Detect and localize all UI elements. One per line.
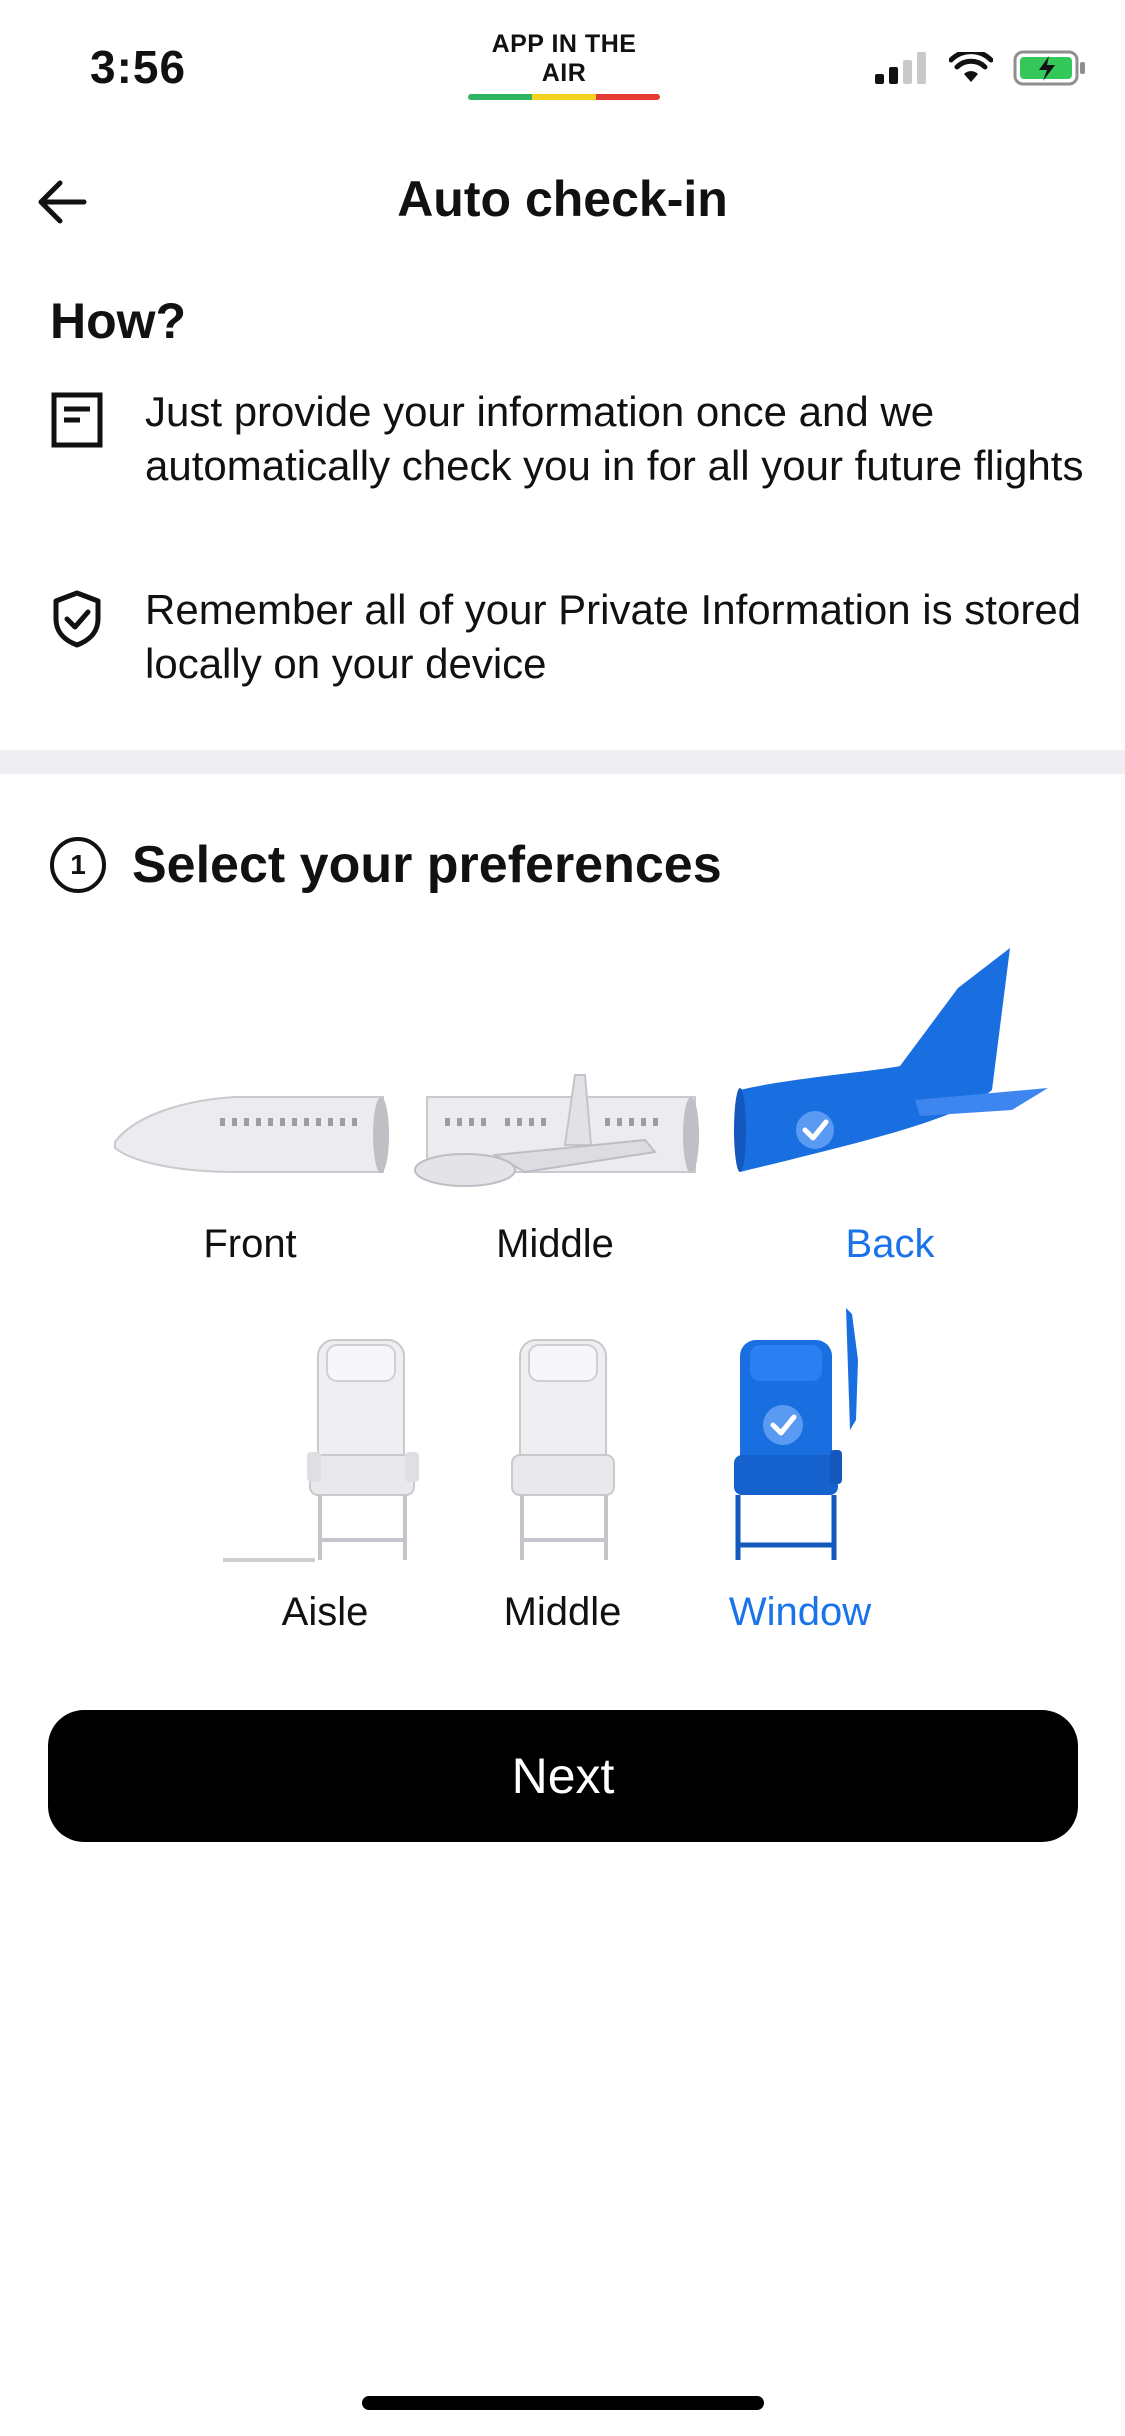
- signal-icon: [875, 52, 926, 84]
- status-time: 3:56: [90, 41, 187, 93]
- brand-banner: APP IN THE AIR: [468, 30, 660, 100]
- cabin-option-back[interactable]: Back: [730, 940, 1050, 1270]
- seat-option-label: Aisle: [281, 1590, 369, 1634]
- status-icons: [875, 50, 1087, 86]
- brand-text: APP IN THE AIR: [491, 30, 637, 87]
- plane-back-illustration: [734, 948, 1048, 1172]
- how-heading: How?: [50, 293, 187, 349]
- preferences-title: Select your preferences: [132, 836, 722, 894]
- cabin-option-label: Back: [845, 1222, 935, 1266]
- seat-option-aisle[interactable]: Aisle: [215, 1320, 435, 1640]
- document-icon: [51, 392, 103, 448]
- info-item-private-data: Remember all of your Private Information…: [50, 583, 1090, 691]
- seat-option-window[interactable]: Window: [700, 1300, 900, 1640]
- step-number-badge: 1: [50, 837, 106, 893]
- seat-middle-illustration: [511, 1339, 615, 1560]
- seat-option-middle[interactable]: Middle: [470, 1320, 655, 1640]
- next-button[interactable]: Next: [48, 1710, 1078, 1842]
- plane-middle-illustration: [414, 1074, 699, 1187]
- plane-front-illustration: [114, 1096, 389, 1173]
- cabin-option-middle[interactable]: Middle: [405, 1060, 705, 1270]
- nav-bar: Auto check-in: [0, 150, 1125, 250]
- seat-option-label: Middle: [503, 1590, 622, 1634]
- shield-check-icon: [53, 590, 101, 648]
- cabin-option-label: Front: [203, 1222, 297, 1266]
- home-indicator[interactable]: [362, 2396, 764, 2410]
- info-text: Just provide your information once and w…: [145, 388, 1084, 489]
- brand-color-bar: [468, 94, 660, 100]
- info-item-provide-once: Just provide your information once and w…: [50, 385, 1090, 493]
- status-bar: 3:56 APP IN THE AIR: [0, 0, 1125, 130]
- preferences-header: 1 Select your preferences: [50, 835, 722, 895]
- cabin-option-label: Middle: [496, 1222, 614, 1266]
- seat-aisle-illustration: [223, 1339, 419, 1562]
- seat-window-illustration: [734, 1308, 858, 1560]
- battery-charging-icon: [1013, 50, 1085, 86]
- seat-option-label: Window: [728, 1590, 872, 1634]
- wifi-icon: [949, 52, 993, 82]
- cabin-option-front[interactable]: Front: [105, 1060, 395, 1270]
- page-title: Auto check-in: [397, 171, 728, 227]
- info-text: Remember all of your Private Information…: [145, 586, 1082, 687]
- section-divider: [0, 750, 1125, 774]
